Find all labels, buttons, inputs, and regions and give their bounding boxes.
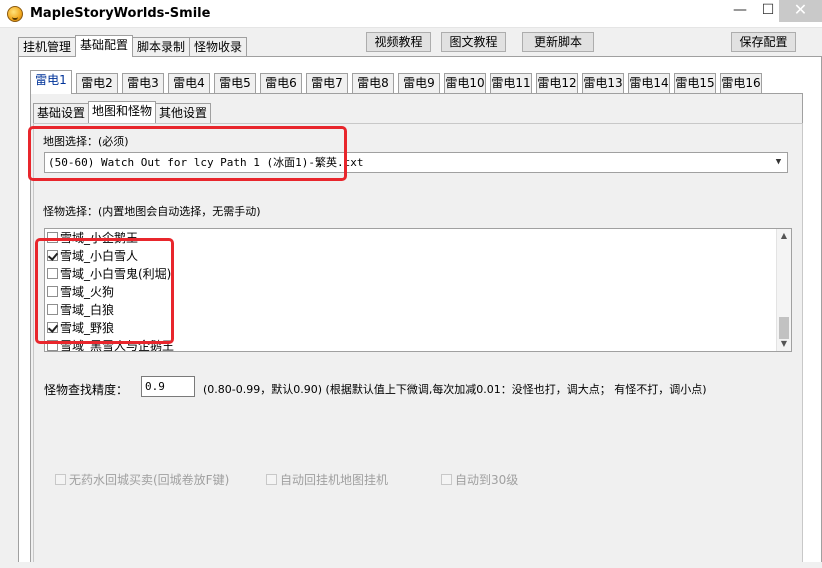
tab-emulator-10[interactable]: 雷电10 [444, 73, 486, 93]
tab-basic-settings[interactable]: 基础设置 [33, 103, 90, 123]
video-tutorial-button[interactable]: 视频教程 [366, 32, 431, 52]
monster-checkbox[interactable] [47, 285, 58, 297]
monster-list[interactable]: 雪域_小企鹅王 雪域_小白雪人 雪域_小白雪鬼(利堀) 雪域_火狗 雪域_白狼 … [44, 228, 792, 352]
option-label: 自动到30级 [455, 473, 519, 487]
monster-checkbox[interactable] [47, 339, 58, 351]
monster-checkbox[interactable] [47, 231, 58, 243]
monster-label: 雪域_白狼 [60, 302, 115, 317]
monster-label: 雪域_野狼 [60, 320, 115, 335]
tab-emulator-14[interactable]: 雷电14 [628, 73, 670, 93]
monster-checkbox[interactable] [47, 267, 58, 279]
scrollbar-thumb[interactable] [779, 317, 789, 339]
option-return-town[interactable]: 无药水回城买卖(回城卷放F键) [55, 471, 229, 488]
tab-emulator-7[interactable]: 雷电7 [306, 73, 348, 93]
close-button[interactable]: ✕ [779, 0, 822, 22]
tab-hang-management[interactable]: 挂机管理 [18, 37, 77, 56]
tab-emulator-12[interactable]: 雷电12 [536, 73, 578, 93]
monster-label: 雪域_小白雪鬼(利堀) [60, 266, 172, 281]
tab-basic-config[interactable]: 基础配置 [75, 35, 134, 57]
option-checkbox[interactable] [441, 474, 452, 485]
tab-emulator-1[interactable]: 雷电1 [30, 70, 72, 94]
map-select-dropdown[interactable]: (50-60) Watch Out for lcy Path 1 (冰面1)-繁… [44, 152, 788, 173]
tab-emulator-13[interactable]: 雷电13 [582, 73, 624, 93]
tab-emulator-3[interactable]: 雷电3 [122, 73, 164, 93]
chevron-down-icon[interactable]: ▼ [770, 153, 787, 172]
tab-other-settings[interactable]: 其他设置 [155, 103, 212, 123]
tab-emulator-8[interactable]: 雷电8 [352, 73, 394, 93]
option-label: 自动回挂机地图挂机 [280, 473, 389, 487]
list-item[interactable]: 雪域_小企鹅王 [47, 229, 139, 246]
monster-label: 雪域_火狗 [60, 284, 115, 299]
maximize-button[interactable]: ☐ [754, 0, 782, 22]
map-select-label: 地图选择：(必须) [43, 135, 129, 148]
option-auto-level-30[interactable]: 自动到30级 [441, 471, 518, 488]
tab-emulator-16[interactable]: 雷电16 [720, 73, 762, 93]
window-bottom-edge [0, 562, 822, 568]
list-item[interactable]: 雪域_小白雪鬼(利堀) [47, 264, 171, 282]
option-auto-return-map[interactable]: 自动回挂机地图挂机 [266, 471, 388, 488]
monster-checkbox[interactable] [47, 249, 58, 261]
list-item[interactable]: 雪域_野狼 [47, 318, 114, 336]
scroll-down-icon[interactable]: ▼ [777, 337, 791, 351]
option-checkbox[interactable] [55, 474, 66, 485]
list-scrollbar[interactable]: ▲ ▼ [776, 229, 791, 351]
map-select-value: (50-60) Watch Out for lcy Path 1 (冰面1)-繁… [48, 156, 364, 169]
settings-tab-bar: 基础设置 地图和怪物 其他设置 [33, 101, 212, 123]
list-item[interactable]: 雪域_火狗 [47, 282, 114, 300]
text-tutorial-button[interactable]: 图文教程 [441, 32, 506, 52]
app-icon [7, 6, 23, 22]
main-tab-bar: 挂机管理 基础配置 脚本录制 怪物收录 [18, 35, 248, 57]
monster-label: 雪域_小企鹅王 [60, 230, 139, 245]
minimize-button[interactable]: — [726, 0, 754, 22]
tab-emulator-6[interactable]: 雷电6 [260, 73, 302, 93]
tab-monster-collection[interactable]: 怪物收录 [189, 37, 248, 56]
monster-label: 雪域_小白雪人 [60, 248, 139, 263]
list-item[interactable]: 雪域_小白雪人 [47, 246, 138, 264]
update-script-button[interactable]: 更新脚本 [522, 32, 594, 52]
tab-emulator-15[interactable]: 雷电15 [674, 73, 716, 93]
title-bar: MapleStoryWorlds-Smile — ☐ ✕ [0, 0, 822, 28]
list-item[interactable]: 雪域_白狼 [47, 300, 114, 318]
monster-checkbox[interactable] [47, 321, 58, 333]
tab-emulator-5[interactable]: 雷电5 [214, 73, 256, 93]
list-item[interactable]: 雪域_黑雪人与企鹅王 [47, 336, 175, 352]
tab-emulator-9[interactable]: 雷电9 [398, 73, 440, 93]
tab-emulator-2[interactable]: 雷电2 [76, 73, 118, 93]
option-label: 无药水回城买卖(回城卷放F键) [69, 473, 230, 487]
precision-hint: (0.80-0.99，默认0.90) (根据默认值上下微调,每次加减0.01：没… [203, 383, 707, 396]
window-title: MapleStoryWorlds-Smile [30, 6, 211, 21]
scroll-up-icon[interactable]: ▲ [777, 229, 791, 243]
monster-label: 雪域_黑雪人与企鹅王 [60, 338, 175, 352]
tab-emulator-4[interactable]: 雷电4 [168, 73, 210, 93]
save-config-button[interactable]: 保存配置 [731, 32, 796, 52]
precision-input[interactable]: 0.9 [141, 376, 195, 397]
tab-map-and-monsters[interactable]: 地图和怪物 [88, 101, 157, 123]
tab-script-record[interactable]: 脚本录制 [132, 37, 191, 56]
monster-select-label: 怪物选择：(内置地图会自动选择，无需手动) [43, 205, 261, 218]
tab-emulator-11[interactable]: 雷电11 [490, 73, 532, 93]
monster-checkbox[interactable] [47, 303, 58, 315]
option-checkbox[interactable] [266, 474, 277, 485]
emulator-tab-bar: 雷电1 雷电2 雷电3 雷电4 雷电5 雷电6 雷电7 雷电8 雷电9 雷电10… [30, 70, 766, 94]
precision-label: 怪物查找精度： [44, 383, 129, 397]
